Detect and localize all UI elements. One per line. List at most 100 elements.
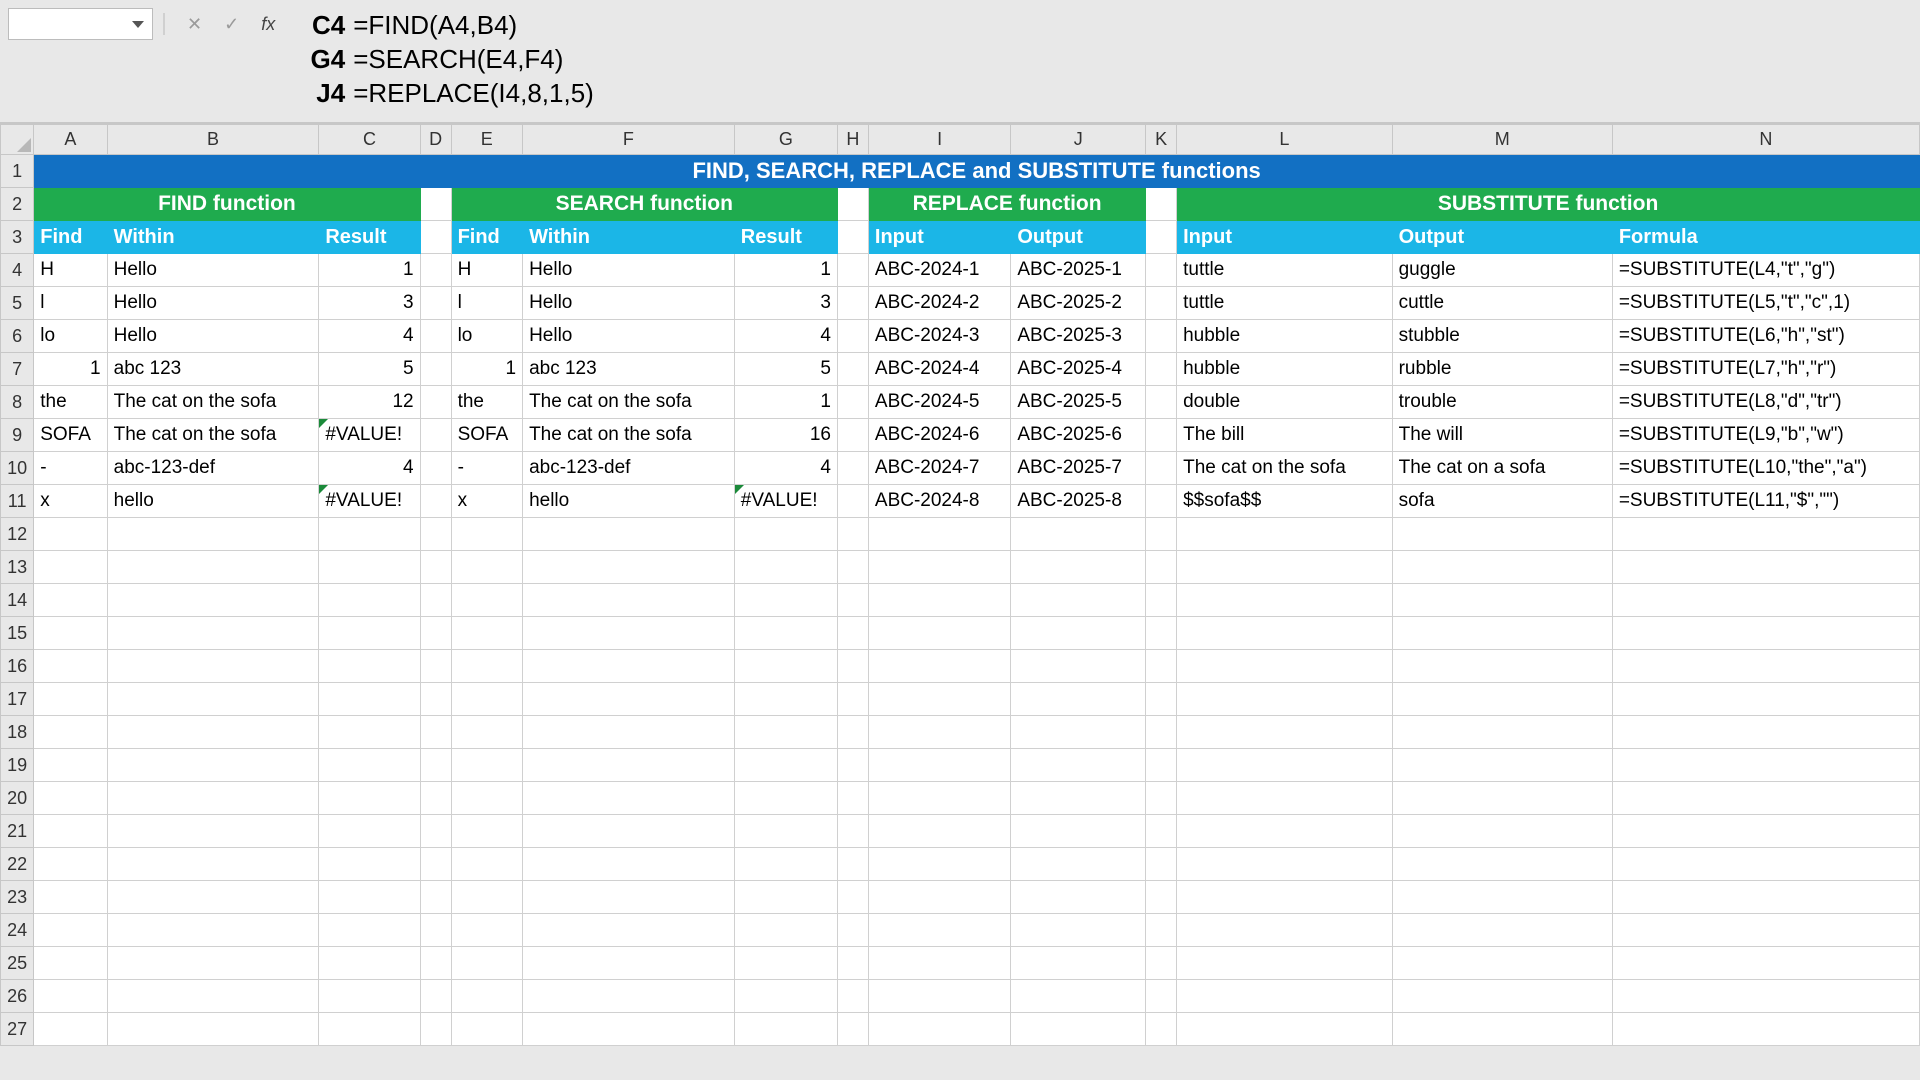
cell[interactable] [868, 683, 1010, 716]
cell[interactable] [1392, 1013, 1612, 1046]
cell[interactable] [734, 980, 837, 1013]
row-header[interactable]: 24 [1, 914, 34, 947]
cell[interactable] [420, 683, 451, 716]
cell[interactable] [1177, 782, 1393, 815]
cell[interactable]: =SUBSTITUTE(L11,"$","") [1612, 485, 1919, 518]
cell[interactable] [868, 881, 1010, 914]
cell[interactable]: hubble [1177, 353, 1393, 386]
cell[interactable] [837, 188, 868, 221]
row-header[interactable]: 20 [1, 782, 34, 815]
cell[interactable]: hello [107, 485, 319, 518]
cell[interactable] [34, 947, 107, 980]
section-substitute[interactable]: SUBSTITUTE function [1177, 188, 1920, 221]
row-header[interactable]: 26 [1, 980, 34, 1013]
cell[interactable]: 4 [734, 320, 837, 353]
cell[interactable] [34, 584, 107, 617]
cell[interactable] [107, 914, 319, 947]
cell[interactable]: ABC-2024-5 [868, 386, 1010, 419]
col-header-H[interactable]: H [837, 125, 868, 155]
cell[interactable]: 3 [734, 287, 837, 320]
cell[interactable]: #VALUE! [319, 419, 420, 452]
cell[interactable] [34, 782, 107, 815]
cell[interactable] [107, 716, 319, 749]
cell[interactable] [420, 221, 451, 254]
cell[interactable]: H [34, 254, 107, 287]
cell[interactable] [868, 749, 1010, 782]
cell[interactable] [523, 551, 735, 584]
cell[interactable] [523, 914, 735, 947]
cell[interactable] [734, 683, 837, 716]
cell[interactable] [868, 947, 1010, 980]
cell[interactable]: the [451, 386, 523, 419]
cell[interactable] [837, 386, 868, 419]
row-header[interactable]: 12 [1, 518, 34, 551]
cell[interactable] [1011, 914, 1146, 947]
cell[interactable] [1146, 1013, 1177, 1046]
cell[interactable] [523, 584, 735, 617]
cell[interactable] [523, 980, 735, 1013]
cell[interactable] [868, 980, 1010, 1013]
cell[interactable] [1146, 683, 1177, 716]
cell[interactable] [837, 716, 868, 749]
cell[interactable] [734, 782, 837, 815]
col-header-I[interactable]: I [868, 125, 1010, 155]
row-header[interactable]: 4 [1, 254, 34, 287]
cell[interactable] [107, 518, 319, 551]
cell[interactable] [1146, 914, 1177, 947]
cell[interactable] [1011, 848, 1146, 881]
cell[interactable] [1392, 815, 1612, 848]
cell[interactable]: cuttle [1392, 287, 1612, 320]
cell[interactable] [420, 353, 451, 386]
cell[interactable] [837, 848, 868, 881]
cell[interactable]: The cat on the sofa [523, 419, 735, 452]
row-header[interactable]: 15 [1, 617, 34, 650]
col-header-C[interactable]: C [319, 125, 420, 155]
cell[interactable]: #VALUE! [319, 485, 420, 518]
cell[interactable] [319, 947, 420, 980]
cell[interactable] [734, 914, 837, 947]
cell[interactable] [34, 551, 107, 584]
col-header-G[interactable]: G [734, 125, 837, 155]
cell[interactable]: ABC-2025-8 [1011, 485, 1146, 518]
cell[interactable] [1146, 386, 1177, 419]
cell[interactable]: The cat on the sofa [107, 419, 319, 452]
cell[interactable]: The will [1392, 419, 1612, 452]
cell[interactable] [1612, 518, 1919, 551]
cell[interactable] [34, 1013, 107, 1046]
cell[interactable] [1146, 815, 1177, 848]
cell[interactable]: lo [34, 320, 107, 353]
hdr-formula[interactable]: Formula [1612, 221, 1919, 254]
cell[interactable]: ABC-2024-2 [868, 287, 1010, 320]
cell[interactable] [420, 287, 451, 320]
cell[interactable]: tuttle [1177, 254, 1393, 287]
hdr-input[interactable]: Input [868, 221, 1010, 254]
hdr-within[interactable]: Within [107, 221, 319, 254]
cell[interactable] [420, 782, 451, 815]
cell[interactable] [734, 848, 837, 881]
col-header-L[interactable]: L [1177, 125, 1393, 155]
cell[interactable] [1392, 980, 1612, 1013]
col-header-K[interactable]: K [1146, 125, 1177, 155]
cell[interactable]: ABC-2024-1 [868, 254, 1010, 287]
row-header[interactable]: 18 [1, 716, 34, 749]
cell[interactable] [1146, 221, 1177, 254]
cell[interactable]: abc 123 [107, 353, 319, 386]
cell[interactable] [1612, 551, 1919, 584]
cell[interactable] [451, 551, 523, 584]
cell[interactable]: the [34, 386, 107, 419]
cell[interactable] [868, 1013, 1010, 1046]
cell[interactable] [1392, 881, 1612, 914]
cell[interactable] [107, 980, 319, 1013]
cell[interactable]: Hello [107, 254, 319, 287]
cell[interactable] [319, 980, 420, 1013]
cell[interactable] [868, 650, 1010, 683]
cell[interactable]: =SUBSTITUTE(L5,"t","c",1) [1612, 287, 1919, 320]
cell[interactable] [1612, 584, 1919, 617]
cell[interactable] [319, 914, 420, 947]
cell[interactable]: Hello [523, 254, 735, 287]
cell[interactable] [451, 947, 523, 980]
cell[interactable] [1011, 815, 1146, 848]
cell[interactable] [837, 914, 868, 947]
hdr-result[interactable]: Result [734, 221, 837, 254]
col-header-B[interactable]: B [107, 125, 319, 155]
